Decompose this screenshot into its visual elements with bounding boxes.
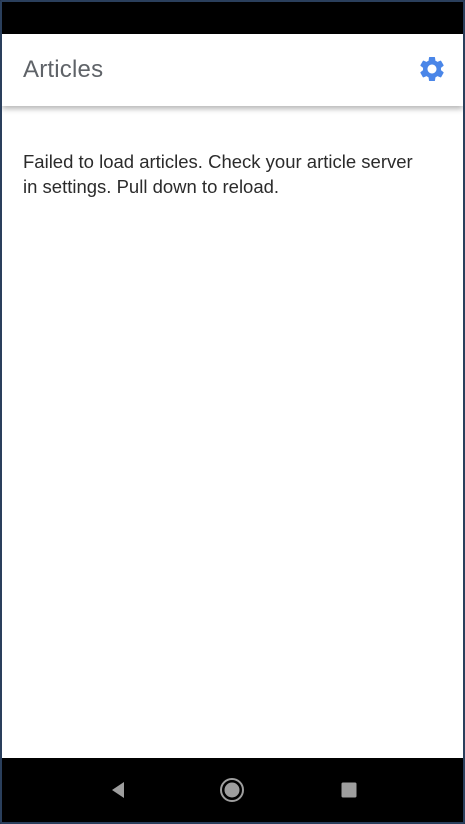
triangle-back-icon: [112, 782, 124, 798]
status-bar: [2, 2, 463, 34]
settings-button[interactable]: [413, 50, 451, 88]
error-message: Failed to load articles. Check your arti…: [23, 151, 413, 197]
back-button[interactable]: [102, 774, 134, 806]
circle-home-icon: [220, 778, 244, 802]
system-navigation-bar: [2, 758, 463, 822]
articles-list-area[interactable]: Failed to load articles. Check your arti…: [2, 106, 463, 758]
app-bar: Articles: [2, 34, 463, 106]
recents-button[interactable]: [333, 774, 365, 806]
gear-icon: [420, 57, 444, 81]
page-title: Articles: [23, 56, 104, 83]
square-recents-icon: [341, 782, 357, 798]
phone-screen: Articles Failed to load articles. Check …: [0, 0, 465, 824]
home-button[interactable]: [216, 774, 248, 806]
